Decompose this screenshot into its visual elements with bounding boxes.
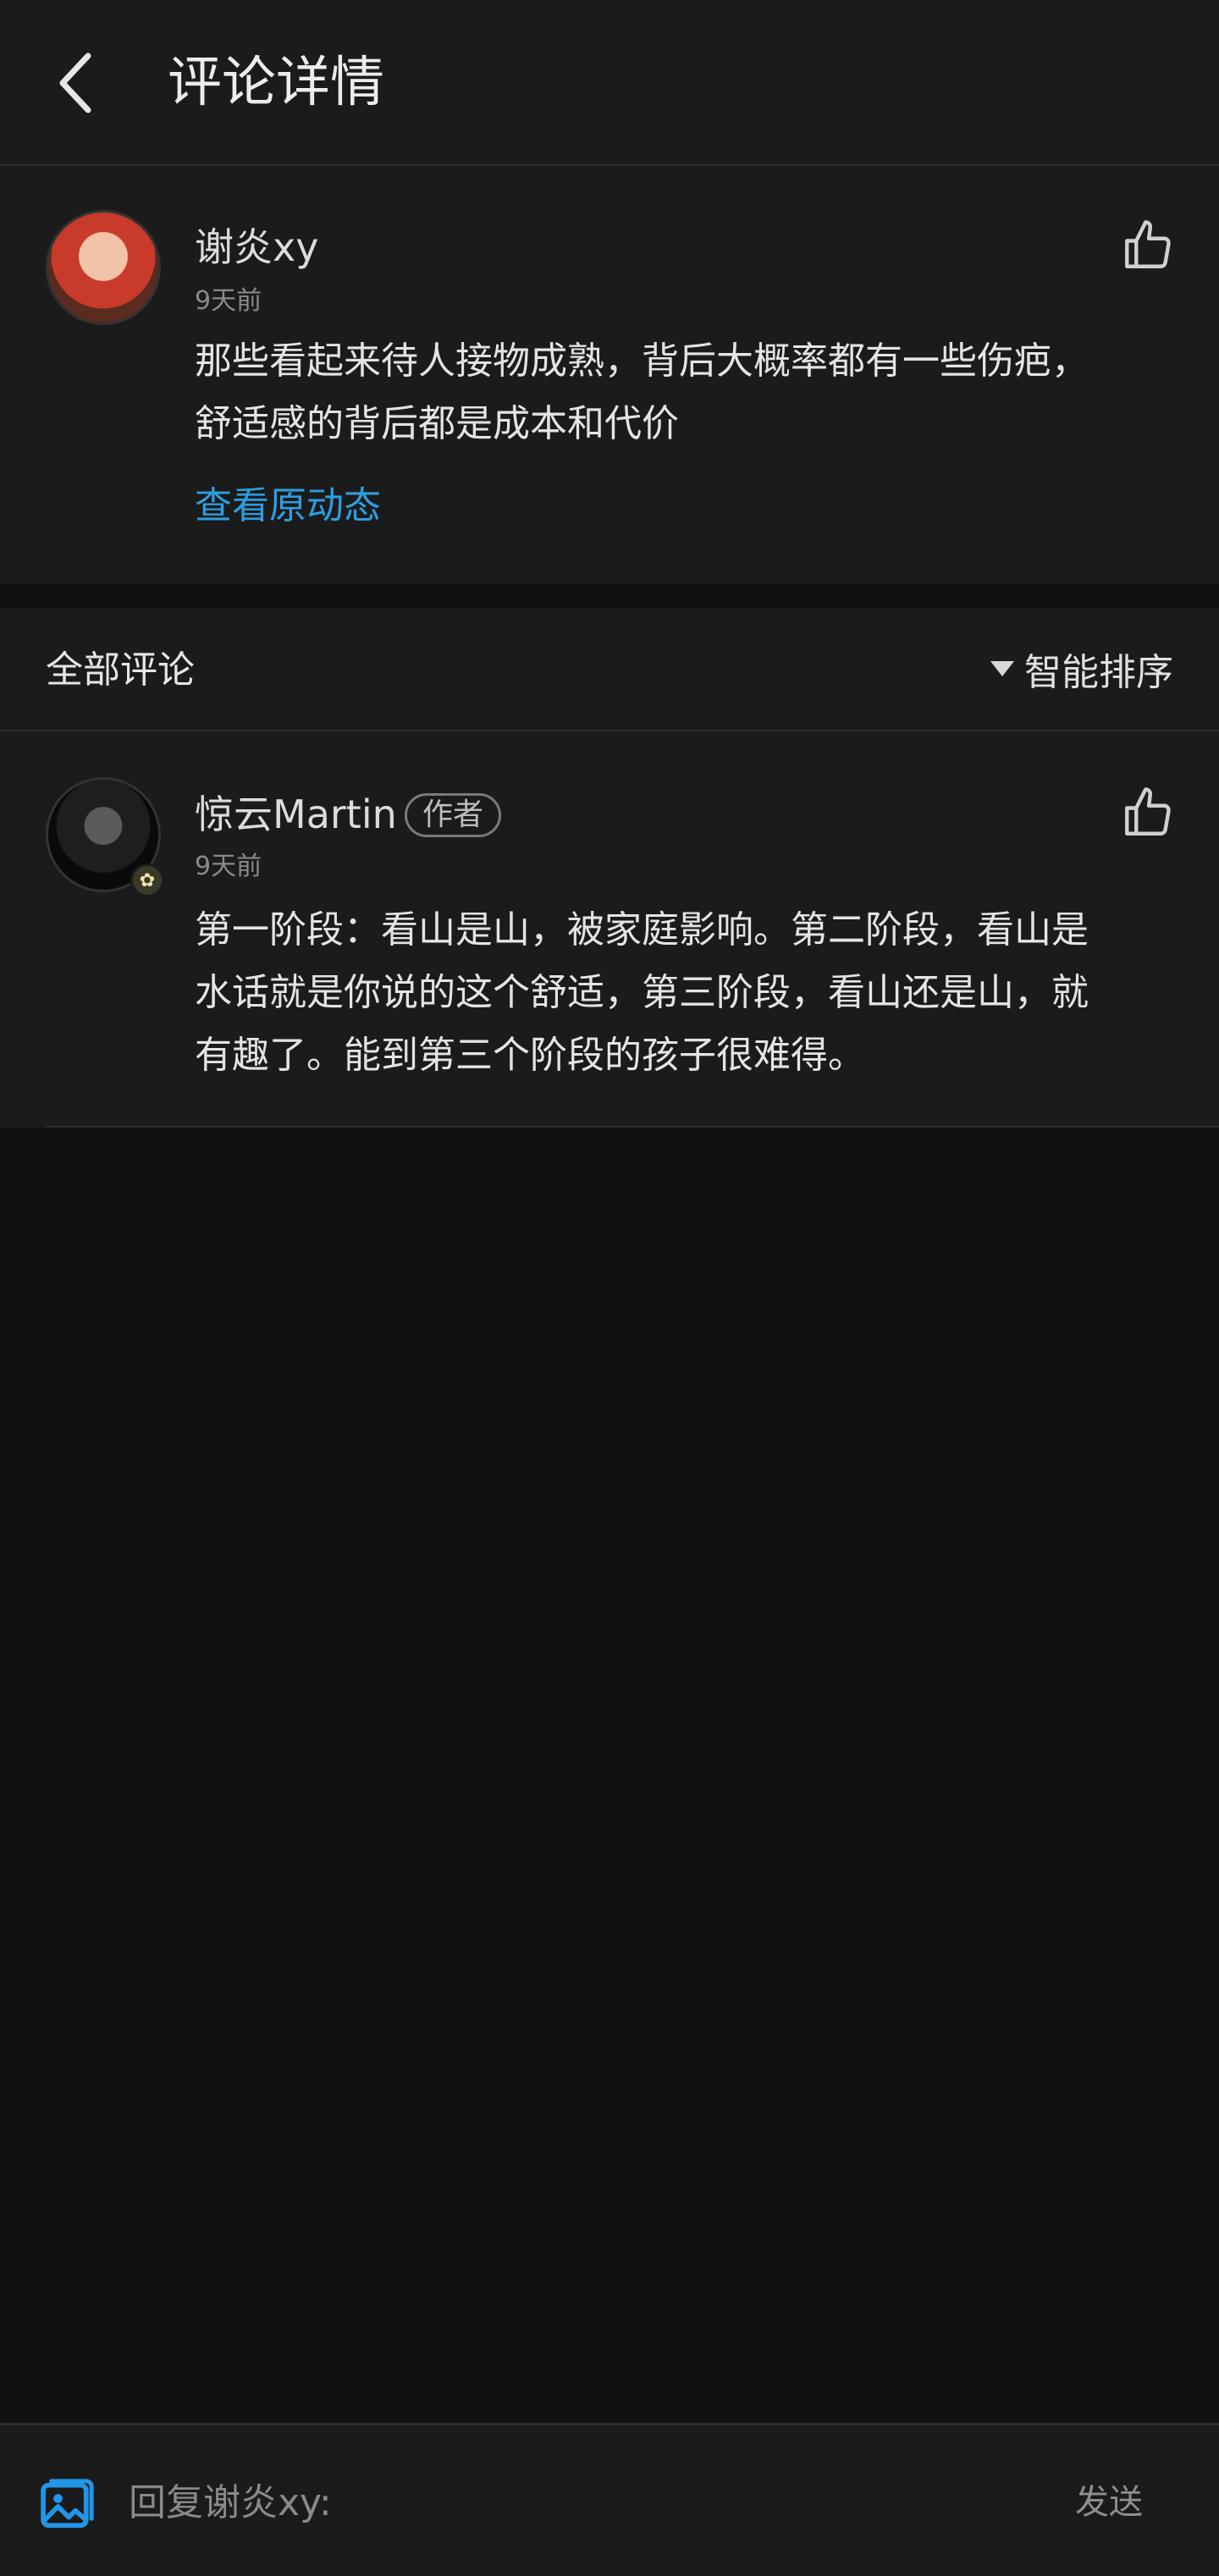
page-title: 评论详情 [168, 52, 384, 114]
avatar[interactable] [46, 210, 161, 325]
thumbs-up-icon [1125, 220, 1171, 268]
reply-like-button[interactable] [1116, 781, 1180, 845]
comment-detail-page: 评论详情 谢炎xy 9天前 那些看起来待人接物成熟，背后大概率都有一些伤疤， 舒… [0, 0, 1219, 2576]
chevron-left-icon [59, 52, 91, 113]
all-comments-title: 全部评论 [46, 648, 195, 692]
verified-badge-icon: ✿ [130, 863, 164, 897]
back-button[interactable] [34, 41, 119, 125]
comment-text-line: 舒适感的背后都是成本和代价 [195, 402, 679, 445]
image-icon [41, 2479, 94, 2529]
reply-text-line: 第一阶段：看山是山，被家庭影响。第二阶段，看山是 [195, 908, 1089, 952]
comment-text-line: 那些看起来待人接物成熟，背后大概率都有一些伤疤， [195, 339, 1089, 383]
original-comment-card: 谢炎xy 9天前 那些看起来待人接物成熟，背后大概率都有一些伤疤， 舒适感的背后… [0, 166, 1219, 584]
insert-image-button[interactable] [32, 2473, 100, 2540]
comment-username[interactable]: 谢炎xy [195, 222, 318, 273]
view-original-post-link[interactable]: 查看原动态 [195, 481, 381, 532]
all-comments-header: 全部评论 智能排序 [0, 608, 1219, 731]
reply-time: 9天前 [195, 852, 262, 881]
caret-down-icon [990, 661, 1014, 676]
top-app-bar: 评论详情 [0, 0, 1219, 166]
reply-input-bar: 发送 [0, 2423, 1219, 2576]
thumbs-up-icon [1125, 787, 1171, 836]
reply-username[interactable]: 惊云Martin [195, 789, 397, 840]
like-button[interactable] [1116, 213, 1180, 278]
author-badge: 作者 [405, 793, 502, 837]
send-button[interactable]: 发送 [1075, 2473, 1143, 2532]
reply-input[interactable] [127, 2468, 1019, 2537]
divider [46, 1126, 1219, 1128]
comment-time: 9天前 [195, 286, 262, 316]
reply-text-line: 水话就是你说的这个舒适，第三阶段，看山还是山，就 [195, 971, 1089, 1014]
sort-label: 智能排序 [1024, 651, 1173, 694]
reply-text-line: 有趣了。能到第三个阶段的孩子很难得。 [195, 1034, 865, 1077]
sort-dropdown[interactable]: 智能排序 [990, 643, 1173, 694]
section-divider [0, 584, 1219, 608]
